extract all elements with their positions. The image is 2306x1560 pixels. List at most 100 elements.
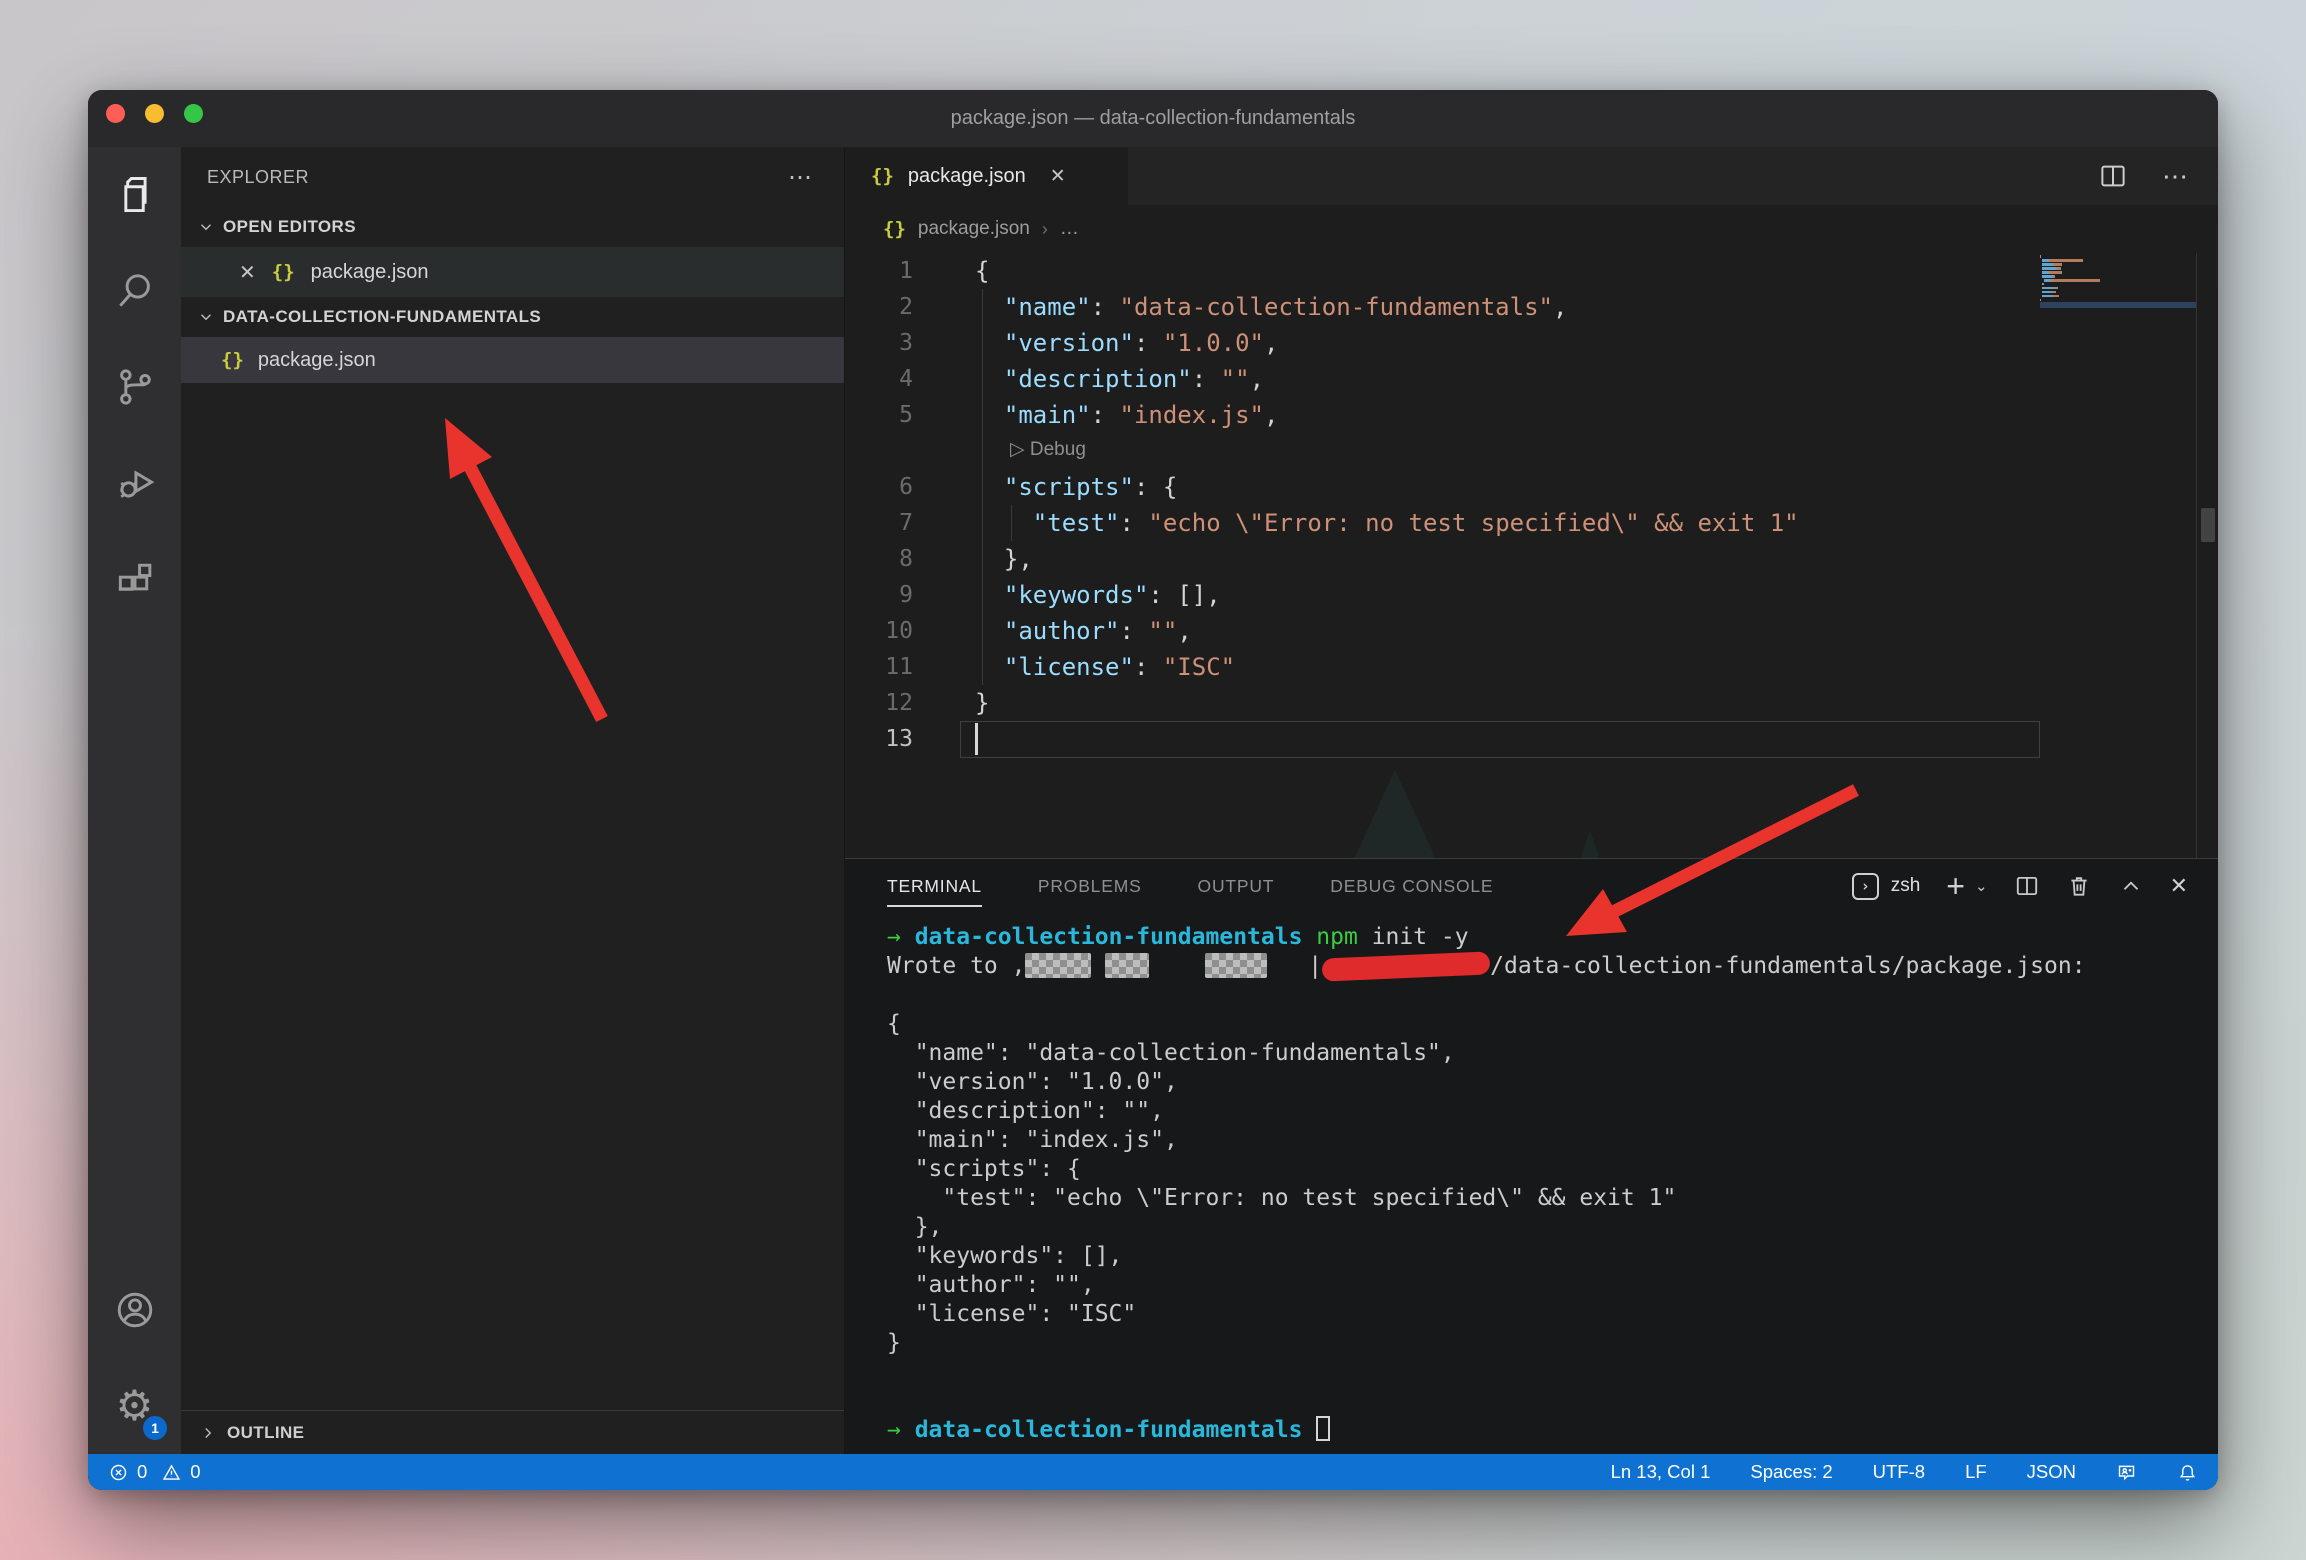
indent-guide xyxy=(982,289,983,685)
line-number: 5 xyxy=(845,397,923,433)
zoom-window-button[interactable] xyxy=(184,104,203,123)
json-file-icon: {} xyxy=(272,261,295,283)
explorer-more-actions[interactable]: ⋯ xyxy=(788,163,814,192)
source-control-icon xyxy=(113,365,157,409)
error-count: 0 xyxy=(137,1461,147,1483)
panel-tab-terminal[interactable]: TERMINAL xyxy=(887,859,982,913)
close-panel-icon[interactable]: ✕ xyxy=(2170,873,2188,899)
terminal-line: { xyxy=(887,1010,2218,1039)
breadcrumb[interactable]: {} package.json › … xyxy=(845,205,2218,253)
bell-icon[interactable] xyxy=(2177,1462,2198,1483)
settings-badge: 1 xyxy=(143,1416,167,1440)
status-item[interactable]: UTF-8 xyxy=(1873,1461,1925,1483)
outline-section[interactable]: OUTLINE xyxy=(181,1410,844,1454)
text-cursor xyxy=(975,723,978,755)
redaction-block xyxy=(1205,953,1267,978)
editor-more-actions[interactable]: ⋯ xyxy=(2162,161,2190,192)
codelens-debug[interactable]: ▷ Debug xyxy=(1010,433,2218,469)
warning-count: 0 xyxy=(190,1461,200,1483)
status-bar: 0 0 Ln 13, Col 1 Spaces: 2 UTF-8 LF JSON xyxy=(88,1454,2218,1490)
status-item[interactable]: JSON xyxy=(2027,1461,2076,1483)
new-terminal-button[interactable]: + xyxy=(1946,870,1965,902)
terminal-output[interactable]: → data-collection-fundamentals npm init … xyxy=(845,913,2218,1445)
terminal-line: "author": "", xyxy=(887,1271,2218,1300)
code-line: 4 "description": "", xyxy=(845,361,2218,397)
status-item[interactable]: Spaces: 2 xyxy=(1750,1461,1832,1483)
minimize-window-button[interactable] xyxy=(145,104,164,123)
activity-search[interactable] xyxy=(88,243,181,339)
json-file-icon: {} xyxy=(221,349,244,371)
activity-source-control[interactable] xyxy=(88,339,181,435)
shell-label: zsh xyxy=(1891,875,1921,897)
status-item[interactable]: Ln 13, Col 1 xyxy=(1611,1461,1711,1483)
terminal-line: "version": "1.0.0", xyxy=(887,1068,2218,1097)
json-file-icon: {} xyxy=(871,165,894,187)
bottom-panel: TERMINAL PROBLEMS OUTPUT DEBUG CONSOLE › zs… xyxy=(845,858,2218,1454)
line-number: 10 xyxy=(845,613,923,649)
line-number: 6 xyxy=(845,469,923,505)
split-terminal-icon[interactable] xyxy=(2014,873,2040,899)
redaction-scribble xyxy=(1322,951,1491,981)
line-number: 12 xyxy=(845,685,923,721)
code-line: 9 "keywords": [], xyxy=(845,577,2218,613)
panel-tab-debug-console[interactable]: DEBUG CONSOLE xyxy=(1330,859,1493,913)
line-number: 8 xyxy=(845,541,923,577)
open-editor-package-json[interactable]: ✕ {} package.json xyxy=(181,247,844,297)
launch-terminal-icon[interactable]: › xyxy=(1852,873,1879,900)
code-line: 8 }, xyxy=(845,541,2218,577)
feedback-icon[interactable] xyxy=(2116,1462,2137,1483)
editor-tab-bar: {} package.json ✕ ⋯ xyxy=(845,147,2218,205)
code-line: 6 "scripts": { xyxy=(845,469,2218,505)
vscode-window: package.json — data-collection-fundament… xyxy=(88,90,2218,1490)
line-number: 4 xyxy=(845,361,923,397)
minimap-border xyxy=(2196,253,2197,858)
error-icon xyxy=(108,1462,129,1483)
problems-indicator[interactable]: 0 0 xyxy=(108,1461,201,1483)
indent-guide xyxy=(1011,505,1012,541)
minimap-current-line xyxy=(2040,302,2197,308)
files-icon xyxy=(113,173,157,217)
json-file-icon: {} xyxy=(883,218,906,240)
breadcrumb-file[interactable]: package.json xyxy=(918,218,1030,240)
account-button[interactable] xyxy=(88,1262,181,1358)
status-item[interactable]: LF xyxy=(1965,1461,1987,1483)
breadcrumb-more[interactable]: … xyxy=(1060,218,1079,240)
open-editors-section[interactable]: OPEN EDITORS xyxy=(181,207,844,247)
line-number: 11 xyxy=(845,649,923,685)
activity-run-debug[interactable] xyxy=(88,435,181,531)
terminal-line: }, xyxy=(887,1213,2218,1242)
panel-tab-output[interactable]: OUTPUT xyxy=(1198,859,1275,913)
tab-close-icon[interactable]: ✕ xyxy=(1050,165,1066,188)
folder-section[interactable]: DATA-COLLECTION-FUNDAMENTALS xyxy=(181,297,844,337)
activity-explorer[interactable] xyxy=(88,147,181,243)
panel-tab-problems[interactable]: PROBLEMS xyxy=(1038,859,1142,913)
warning-icon xyxy=(161,1462,182,1483)
extensions-icon xyxy=(113,557,157,601)
terminal-line xyxy=(887,1358,2218,1387)
line-number: 9 xyxy=(845,577,923,613)
terminal-line: "test": "echo \"Error: no test specified… xyxy=(887,1184,2218,1213)
line-number: 3 xyxy=(845,325,923,361)
chevron-up-icon[interactable] xyxy=(2118,873,2144,899)
close-editor-icon[interactable]: ✕ xyxy=(239,260,256,285)
activity-extensions[interactable] xyxy=(88,531,181,627)
code-line: 2 "name": "data-collection-fundamentals"… xyxy=(845,289,2218,325)
minimap[interactable] xyxy=(2040,255,2197,307)
settings-button[interactable]: ⚙ 1 xyxy=(88,1358,181,1454)
trash-icon[interactable] xyxy=(2066,873,2092,899)
account-icon xyxy=(113,1288,157,1332)
file-package-json[interactable]: {} package.json xyxy=(181,337,844,383)
code-line: 11 "license": "ISC" xyxy=(845,649,2218,685)
code-line: 13 xyxy=(845,721,2218,757)
code-editor[interactable]: 1{2 "name": "data-collection-fundamental… xyxy=(845,253,2218,858)
window-title: package.json — data-collection-fundament… xyxy=(951,107,1356,130)
code-line: 3 "version": "1.0.0", xyxy=(845,325,2218,361)
tab-package-json[interactable]: {} package.json ✕ xyxy=(845,147,1128,205)
close-window-button[interactable] xyxy=(106,104,125,123)
panel-header: TERMINAL PROBLEMS OUTPUT DEBUG CONSOLE › zs… xyxy=(845,859,2218,913)
activity-bar: ⚙ 1 xyxy=(88,147,181,1454)
tab-label: package.json xyxy=(908,165,1026,188)
terminal-dropdown-icon[interactable]: ⌄ xyxy=(1975,877,1988,895)
editor-scrollbar-thumb[interactable] xyxy=(2201,508,2215,542)
split-editor-icon[interactable] xyxy=(2098,161,2128,191)
